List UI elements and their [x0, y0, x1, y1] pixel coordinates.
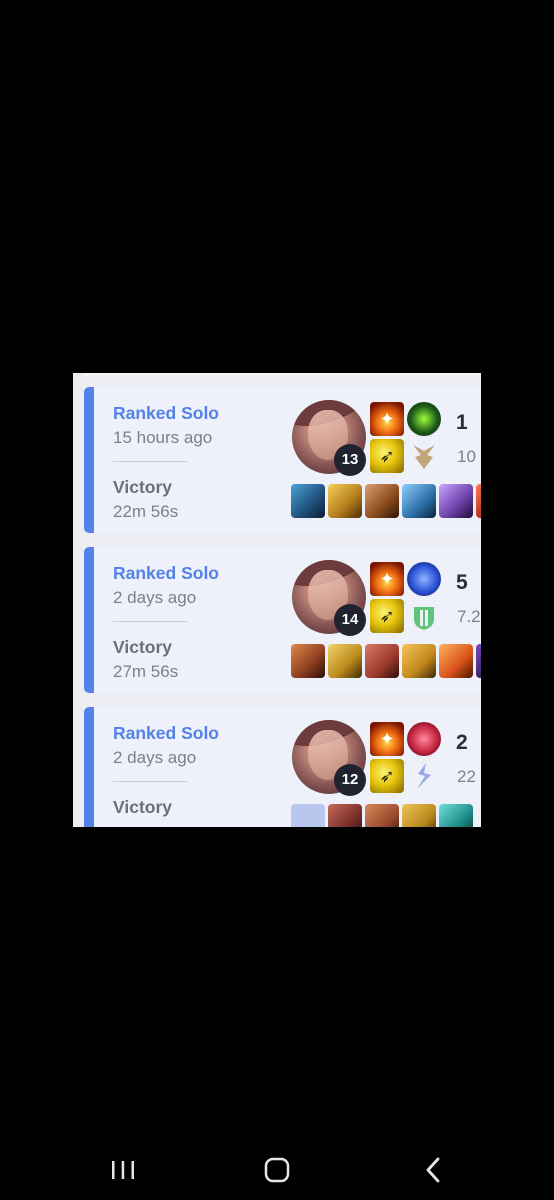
match-result: Victory — [113, 797, 173, 817]
item-slot-3[interactable] — [365, 484, 399, 518]
item-slot-6[interactable] — [476, 484, 481, 518]
kda-partial: 5 — [456, 571, 468, 594]
match-duration: 22m 56s — [113, 502, 179, 521]
ghost-spell-icon: ➶ — [370, 439, 404, 473]
lavender-sorcery-icon — [407, 759, 441, 793]
flash-spell-icon: ✦ — [370, 402, 404, 436]
item-slot-4[interactable] — [402, 804, 436, 827]
match-card[interactable]: Ranked Solo 2 days ago Victory 12 ✦ ➶ 2 … — [84, 707, 481, 827]
queue-type: Ranked Solo — [113, 563, 219, 583]
ghost-spell-icon: ➶ — [370, 599, 404, 633]
item-slot-2[interactable] — [328, 644, 362, 678]
recent-apps-icon[interactable] — [103, 1150, 143, 1190]
ghost-spell-icon: ➶ — [370, 759, 404, 793]
item-slot-1[interactable] — [291, 804, 325, 827]
flash-spell-icon: ✦ — [370, 722, 404, 756]
cs-partial: 22 — [457, 767, 476, 786]
item-slot-1[interactable] — [291, 484, 325, 518]
cs-partial: 7.2 — [457, 607, 481, 626]
kda-partial: 2 — [456, 731, 468, 754]
green-resolve-icon — [407, 599, 441, 633]
back-icon[interactable] — [413, 1150, 453, 1190]
queue-type: Ranked Solo — [113, 723, 219, 743]
system-navigation-bar — [0, 1140, 554, 1200]
time-ago: 2 days ago — [113, 748, 197, 767]
match-result: Victory — [113, 477, 173, 497]
item-slot-2[interactable] — [328, 484, 362, 518]
match-history-panel: Ranked Solo 15 hours ago Victory 22m 56s… — [73, 373, 481, 827]
green-precision-icon — [407, 402, 441, 436]
time-ago: 2 days ago — [113, 588, 197, 607]
item-slot-1[interactable] — [291, 644, 325, 678]
item-slot-3[interactable] — [365, 804, 399, 827]
blue-arcane-icon — [407, 562, 441, 596]
time-ago: 15 hours ago — [113, 428, 213, 447]
item-slot-5[interactable] — [439, 804, 473, 827]
champion-level-badge: 14 — [334, 604, 366, 636]
kda-partial: 1 — [456, 411, 468, 434]
home-icon[interactable] — [257, 1150, 297, 1190]
match-result: Victory — [113, 637, 173, 657]
previous-card-edge — [84, 373, 481, 376]
item-slot-2[interactable] — [328, 804, 362, 827]
match-card[interactable]: Ranked Solo 2 days ago Victory 27m 56s 1… — [84, 547, 481, 693]
red-domination-icon — [407, 722, 441, 756]
tan-shard-icon — [407, 439, 441, 473]
champion-level-badge: 13 — [334, 444, 366, 476]
item-slot-5[interactable] — [439, 484, 473, 518]
flash-spell-icon: ✦ — [370, 562, 404, 596]
item-slot-3[interactable] — [365, 644, 399, 678]
item-slot-4[interactable] — [402, 484, 436, 518]
match-duration: 27m 56s — [113, 662, 179, 681]
divider — [113, 461, 187, 462]
champion-level-badge: 12 — [334, 764, 366, 796]
divider — [113, 781, 187, 782]
result-indicator-bar — [84, 707, 94, 827]
divider — [113, 621, 187, 622]
result-indicator-bar — [84, 547, 94, 693]
item-slot-4[interactable] — [402, 644, 436, 678]
cs-partial: 10 — [457, 447, 476, 466]
result-indicator-bar — [84, 387, 94, 533]
queue-type: Ranked Solo — [113, 403, 219, 423]
item-slot-5[interactable] — [439, 644, 473, 678]
item-slot-6[interactable] — [476, 644, 481, 678]
match-card[interactable]: Ranked Solo 15 hours ago Victory 22m 56s… — [84, 387, 481, 533]
